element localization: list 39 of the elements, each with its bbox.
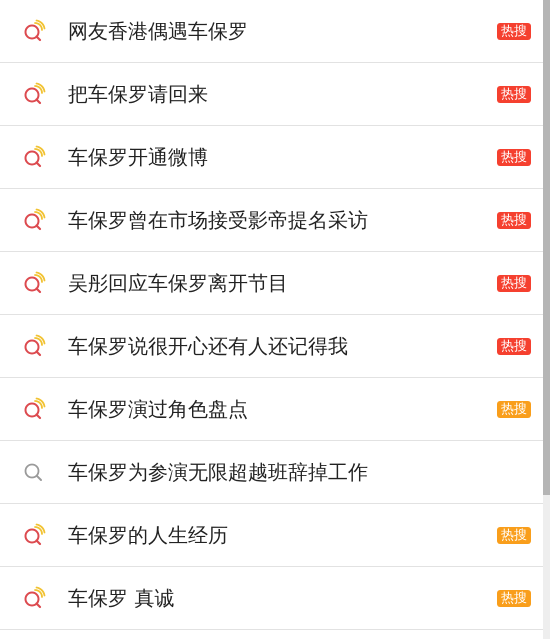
- suggestion-text: 车保罗开通微博: [68, 144, 209, 171]
- hot-search-icon: [22, 19, 46, 43]
- hot-search-icon: [22, 586, 46, 610]
- hot-search-icon: [22, 208, 46, 232]
- hot-search-icon: [22, 523, 46, 547]
- search-suggestion[interactable]: 车保罗说很开心还有人还记得我 热搜: [0, 315, 543, 378]
- hot-tag: 热搜: [497, 338, 531, 354]
- hot-tag: 热搜: [497, 22, 531, 40]
- search-suggestion[interactable]: 网友香港偶遇车保罗 热搜: [0, 0, 543, 63]
- search-suggestion[interactable]: 吴彤回应车保罗离开节目 热搜: [0, 252, 543, 315]
- hot-search-icon: [22, 145, 46, 169]
- suggestion-text: 把车保罗请回来: [68, 81, 209, 108]
- hot-tag: 热搜: [497, 526, 531, 544]
- hot-tag: 热搜: [497, 590, 531, 606]
- hot-tag: 热搜: [497, 274, 531, 292]
- hot-search-icon: [22, 82, 46, 106]
- hot-tag: 热搜: [497, 212, 531, 228]
- hot-tag: 热搜: [497, 148, 531, 166]
- suggestion-text: 车保罗为参演无限超越班辞掉工作: [68, 459, 369, 486]
- suggestion-text: 车保罗说很开心还有人还记得我: [68, 333, 349, 360]
- suggestion-text: 网友香港偶遇车保罗: [68, 18, 249, 45]
- search-suggestion[interactable]: 车保罗的人生经历 热搜: [0, 504, 543, 567]
- search-suggestion[interactable]: 车保罗曾在市场接受影帝提名采访 热搜: [0, 189, 543, 252]
- hot-tag: 热搜: [497, 86, 531, 102]
- search-suggestion[interactable]: 车保罗演过角色盘点 热搜: [0, 378, 543, 441]
- hot-search-icon: [22, 271, 46, 295]
- search-suggestion[interactable]: 把车保罗请回来 热搜: [0, 63, 543, 126]
- search-suggestion[interactable]: 车保罗为参演无限超越班辞掉工作: [0, 441, 543, 504]
- suggestion-text: 吴彤回应车保罗离开节目: [68, 270, 289, 297]
- suggestion-text: 车保罗曾在市场接受影帝提名采访: [68, 207, 369, 234]
- hot-search-icon: [22, 397, 46, 421]
- suggestion-text: 车保罗 真诚: [68, 585, 176, 612]
- search-suggestion[interactable]: 车保罗开通微博 热搜: [0, 126, 543, 189]
- scrollbar-thumb[interactable]: [543, 0, 550, 495]
- suggestion-text: 车保罗演过角色盘点: [68, 396, 249, 423]
- suggestion-text: 车保罗的人生经历: [68, 522, 229, 549]
- hot-tag: 热搜: [497, 400, 531, 418]
- hot-search-icon: [22, 334, 46, 358]
- search-suggestion[interactable]: 车保罗 真诚 热搜: [0, 567, 543, 630]
